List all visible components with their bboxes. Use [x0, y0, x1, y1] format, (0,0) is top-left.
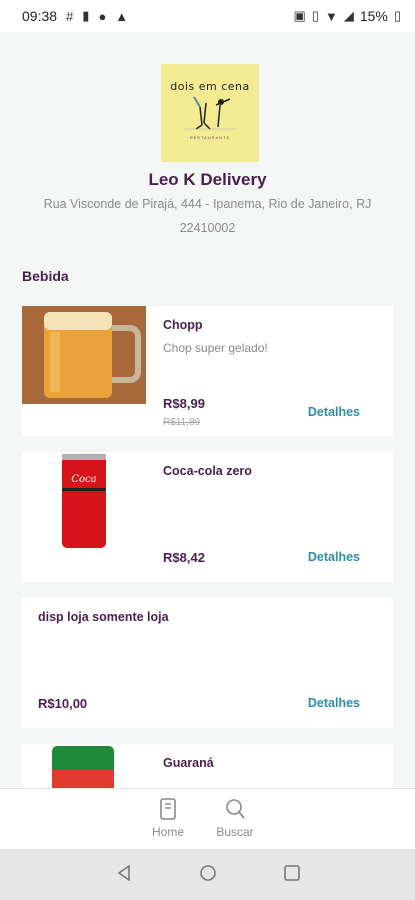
product-card[interactable]: Chopp Chop super gelado! R$8,99 R$11,89 …	[22, 306, 393, 436]
details-link[interactable]: Detalhes	[308, 696, 360, 710]
product-description: Chop super gelado!	[163, 341, 268, 355]
product-name: Coca-cola zero	[163, 464, 252, 478]
store-logo: dois em cena RESTAURANTE	[161, 64, 259, 162]
recents-icon[interactable]	[282, 863, 302, 883]
address-line: Rua Visconde de Pirajá, 444 - Ipanema, R…	[43, 197, 372, 211]
slack-icon: #	[66, 8, 74, 24]
product-name: Chopp	[163, 318, 203, 332]
section-title: Bebida	[22, 268, 69, 284]
can-logo-text: Coca	[71, 474, 96, 485]
home-icon	[160, 798, 176, 820]
nav-home[interactable]: Home	[143, 797, 193, 839]
battery-icon: ▯	[393, 8, 401, 23]
details-link[interactable]: Detalhes	[308, 550, 360, 564]
signal-icon: ◢	[343, 8, 354, 23]
product-card[interactable]: disp loja somente loja R$10,00 Detalhes	[22, 598, 393, 728]
product-price: R$8,99	[163, 396, 205, 411]
product-image-guarana	[22, 744, 146, 788]
nav-search-label: Buscar	[216, 825, 254, 839]
product-card[interactable]: Coca Coca-cola zero R$8,42 Detalhes	[22, 452, 393, 582]
status-time: 09:38	[22, 8, 58, 24]
warning-icon: ▲	[115, 8, 129, 24]
store-address: Rua Visconde de Pirajá, 444 - Ipanema, R…	[22, 192, 393, 240]
dancers-illustration	[184, 96, 236, 130]
nav-search[interactable]: Buscar	[210, 797, 260, 839]
vibrate-icon: ▯	[311, 8, 319, 23]
product-name: Guaraná	[163, 756, 214, 770]
logo-subtext: RESTAURANTE	[189, 135, 231, 140]
nav-home-label: Home	[151, 825, 184, 839]
address-zip: 22410002	[179, 221, 236, 235]
wifi-icon: ▼	[324, 8, 338, 24]
app-icon: ●	[98, 8, 107, 24]
product-old-price: R$11,89	[163, 417, 201, 428]
product-price: R$10,00	[38, 696, 88, 711]
store-name: Leo K Delivery	[148, 170, 267, 189]
home-circle-icon[interactable]	[198, 863, 218, 883]
product-image-coca-cola: Coca	[22, 452, 146, 550]
battery-alert-icon: ▮	[82, 8, 90, 23]
details-link[interactable]: Detalhes	[308, 405, 360, 419]
status-bar: 09:38 # ▮ ● ▲ ▣ ▯ ▼ ◢ 15% ▯	[0, 0, 415, 32]
search-icon	[226, 799, 245, 819]
product-price: R$8,42	[163, 550, 205, 565]
system-nav-bar	[0, 849, 415, 900]
back-icon[interactable]	[114, 863, 134, 883]
store-page[interactable]: dois em cena RESTAURANTE Leo K Delivery …	[0, 32, 415, 788]
product-name: disp loja somente loja	[38, 610, 169, 624]
bottom-nav: Home Buscar	[0, 788, 415, 849]
product-image-chopp	[22, 306, 146, 404]
battery-percent: 15%	[359, 8, 388, 24]
product-card[interactable]: Guaraná	[22, 744, 393, 788]
logo-text: dois em cena	[170, 80, 250, 93]
calendar-icon: ▣	[293, 8, 306, 23]
